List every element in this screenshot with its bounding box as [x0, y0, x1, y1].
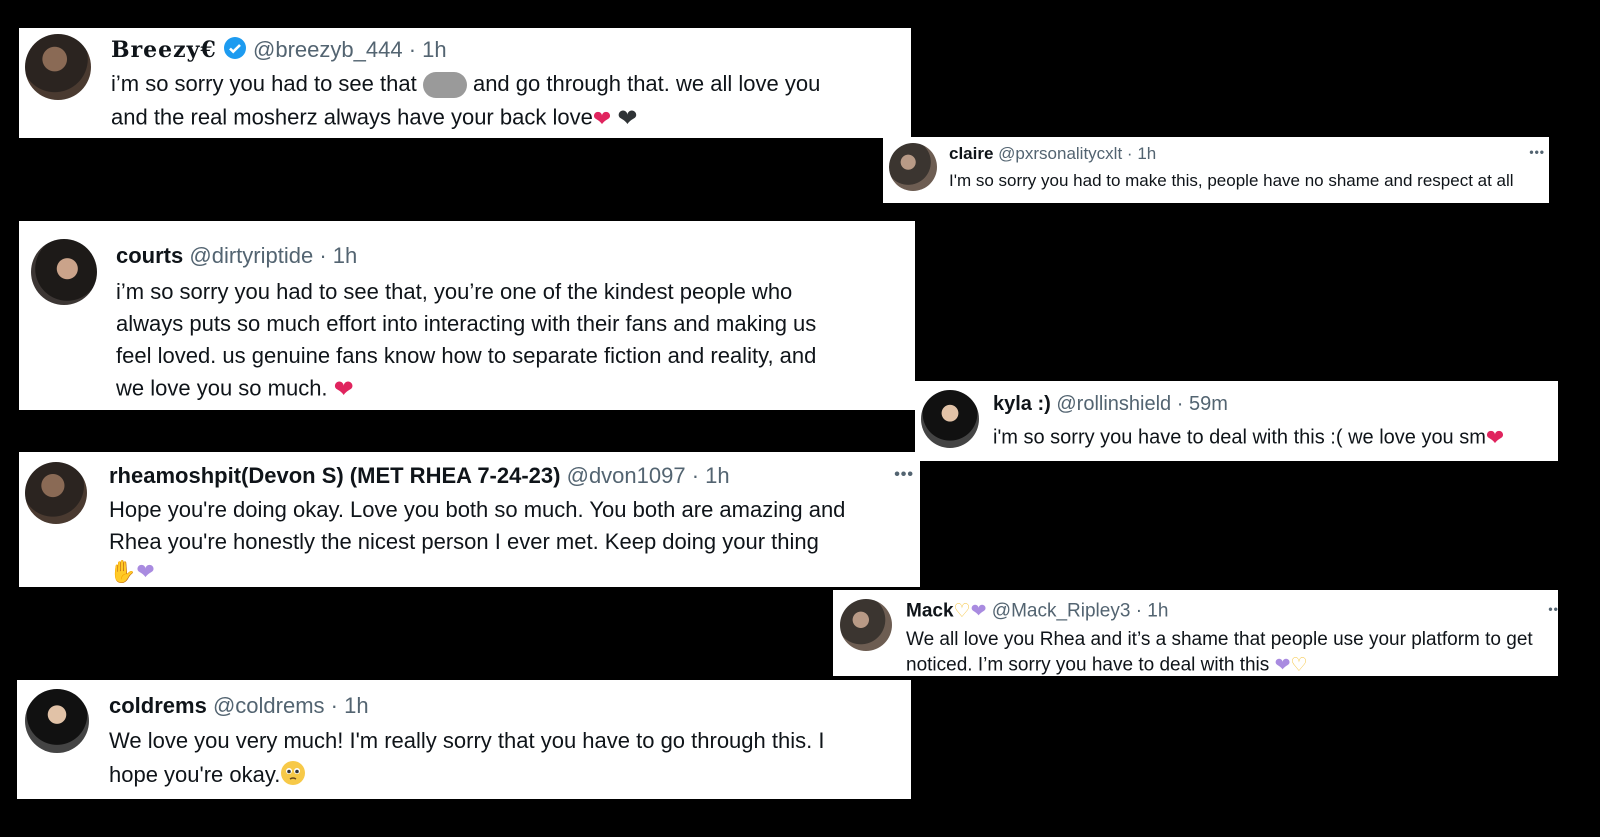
tweet-header: coldrems @coldrems · 1h	[109, 693, 369, 719]
tweet-text: i’m so sorry you had to see that, you’re…	[116, 279, 793, 304]
separator-dot: ·	[1126, 144, 1133, 163]
tweet-text: i’m so sorry you had to see that	[111, 71, 417, 96]
handle[interactable]: @dirtyriptide	[189, 243, 313, 268]
tweet-text: and the real mosherz always have your ba…	[111, 104, 593, 130]
timestamp[interactable]: 1h	[422, 37, 446, 62]
heart-hands-icon: ♡	[953, 601, 971, 622]
tweet-header: rheamoshpit(Devon S) (MET RHEA 7-24-23) …	[109, 463, 730, 489]
tweet-header: claire @pxrsonalitycxlt · 1h	[949, 144, 1156, 164]
tweet-text-line: i'm so sorry you have to deal with this …	[993, 425, 1504, 451]
tweet-text-line: we love you so much. ❤	[116, 375, 354, 404]
timestamp[interactable]: 1h	[1147, 601, 1168, 622]
separator-dot: ·	[330, 693, 338, 718]
tweet-text: and go through that. we all love you	[472, 71, 821, 96]
tweet-header: kyla :) @rollinshield · 59m	[993, 393, 1228, 416]
red-heart-icon: ❤	[333, 376, 354, 403]
tweet-header: courts @dirtyriptide · 1h	[116, 243, 357, 269]
flexed-bicep-icon: ✋	[109, 559, 137, 585]
tweet-card-claire[interactable]: claire @pxrsonalitycxlt · 1h ••• I'm so …	[883, 137, 1549, 203]
tweet-header: Breezy€ @breezyb_444 · 1h	[111, 36, 447, 66]
handle[interactable]: @breezyb_444	[253, 37, 403, 62]
tweet-card-mack[interactable]: Mack♡❤ @Mack_Ripley3 · 1h ••• We all lov…	[833, 590, 1558, 676]
tweet-card-breezy[interactable]: Breezy€ @breezyb_444 · 1h i’m so sorry y…	[19, 28, 911, 138]
more-options-button[interactable]: •••	[1548, 602, 1558, 616]
red-heart-icon: ❤	[1485, 425, 1505, 450]
avatar[interactable]	[25, 689, 89, 753]
handle[interactable]: @coldrems	[213, 693, 325, 718]
emoji-line: ✋❤	[109, 558, 155, 585]
black-heart-icon: ❤	[617, 105, 638, 132]
verified-badge-icon	[223, 36, 247, 66]
more-options-button[interactable]: •••	[894, 466, 914, 484]
avatar[interactable]	[25, 34, 91, 100]
display-name[interactable]: coldrems	[109, 693, 207, 718]
tweet-text: We all love you Rhea and it’s a shame th…	[906, 629, 1533, 650]
tweet-text: always puts so much effort into interact…	[116, 311, 817, 336]
avatar[interactable]	[31, 239, 97, 305]
tweet-text: I'm so sorry you had to make this, peopl…	[949, 171, 1514, 190]
separator-dot: ·	[1135, 600, 1143, 622]
avatar[interactable]	[25, 462, 87, 524]
avatar[interactable]	[840, 599, 892, 651]
tweet-card-courts[interactable]: courts @dirtyriptide · 1h i’m so sorry y…	[19, 221, 915, 410]
timestamp[interactable]: 59m	[1189, 393, 1228, 415]
tweet-card-rheamoshpit[interactable]: rheamoshpit(Devon S) (MET RHEA 7-24-23) …	[19, 452, 920, 587]
timestamp[interactable]: 1h	[333, 243, 357, 268]
display-name[interactable]: kyla :)	[993, 393, 1051, 415]
tweet-text: feel loved. us genuine fans know how to …	[116, 343, 817, 368]
tweet-text-line: hope you're okay.	[109, 760, 306, 792]
separator-dot: ·	[691, 463, 700, 488]
separator-dot: ·	[1176, 393, 1184, 415]
purple-heart-icon: ❤	[970, 601, 987, 622]
handle[interactable]: @dvon1097	[567, 463, 686, 488]
separator-dot: ·	[408, 36, 417, 62]
tweet-text-line: and the real mosherz always have your ba…	[111, 104, 637, 133]
timestamp[interactable]: 1h	[705, 463, 729, 488]
display-name[interactable]: rheamoshpit(Devon S) (MET RHEA 7-24-23)	[109, 463, 560, 488]
red-heart-icon: ❤	[592, 105, 612, 131]
handle[interactable]: @rollinshield	[1056, 393, 1171, 415]
timestamp[interactable]: 1h	[1137, 144, 1156, 163]
tweet-card-kyla[interactable]: kyla :) @rollinshield · 59m i'm so sorry…	[915, 381, 1558, 461]
tweet-text: noticed. I’m sorry you have to deal with…	[906, 654, 1270, 676]
tweet-text: hope you're okay.	[109, 761, 281, 787]
display-name[interactable]: claire	[949, 144, 993, 163]
avatar[interactable]	[921, 390, 979, 448]
handle[interactable]: @Mack_Ripley3	[992, 601, 1131, 622]
timestamp[interactable]: 1h	[344, 693, 368, 718]
tweet-text: Hope you're doing okay. Love you both so…	[109, 497, 846, 522]
tweet-text-line: noticed. I’m sorry you have to deal with…	[906, 654, 1308, 676]
more-options-button[interactable]: •••	[1529, 145, 1545, 159]
purple-heart-icon: ❤	[136, 559, 155, 585]
tweet-text: Rhea you're honestly the nicest person I…	[109, 529, 819, 554]
display-name[interactable]: Breezy€	[111, 37, 217, 63]
pleading-face-icon	[280, 760, 306, 792]
purple-heart-icon: ❤	[1274, 655, 1291, 676]
tweet-text: i'm so sorry you have to deal with this …	[993, 426, 1486, 449]
separator-dot: ·	[319, 243, 327, 268]
tweet-text-line: i’m so sorry you had to see that and go …	[111, 71, 821, 99]
tweet-text: we love you so much.	[116, 375, 328, 401]
display-name[interactable]: courts	[116, 243, 183, 268]
display-name[interactable]: Mack	[906, 601, 954, 622]
tweet-card-coldrems[interactable]: coldrems @coldrems · 1h We love you very…	[17, 680, 911, 799]
heart-hands-icon: ♡	[1290, 655, 1308, 676]
tweet-text: We love you very much! I'm really sorry …	[109, 728, 825, 753]
censored-block	[422, 72, 467, 99]
tweet-header: Mack♡❤ @Mack_Ripley3 · 1h	[906, 600, 1168, 623]
handle[interactable]: @pxrsonalitycxlt	[998, 144, 1122, 163]
avatar[interactable]	[889, 143, 937, 191]
